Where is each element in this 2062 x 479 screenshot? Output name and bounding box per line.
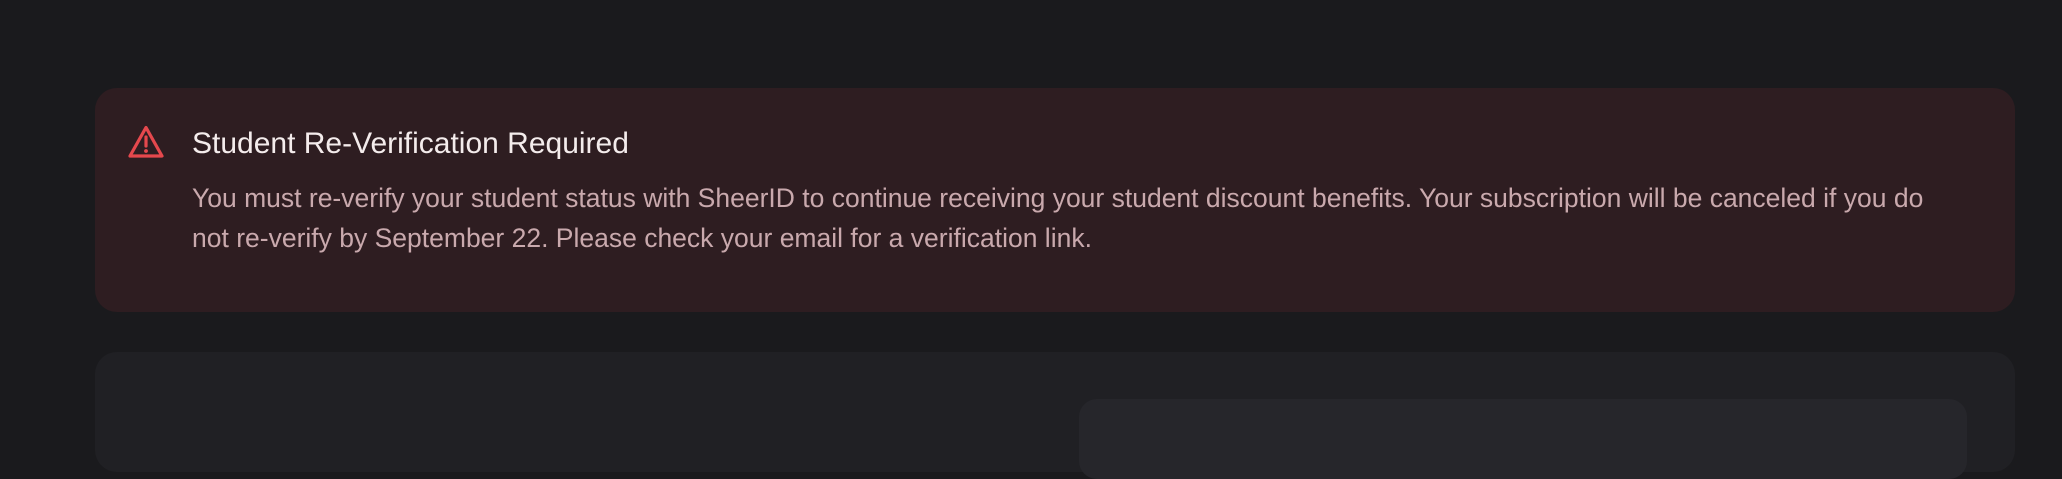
warning-triangle-icon <box>127 124 165 160</box>
inner-panel <box>1079 399 1967 479</box>
alert-message: You must re-verify your student status w… <box>192 183 1924 253</box>
alert-title: Student Re-Verification Required <box>192 127 629 160</box>
student-reverification-alert: Student Re-Verification Required You mus… <box>95 88 2015 312</box>
